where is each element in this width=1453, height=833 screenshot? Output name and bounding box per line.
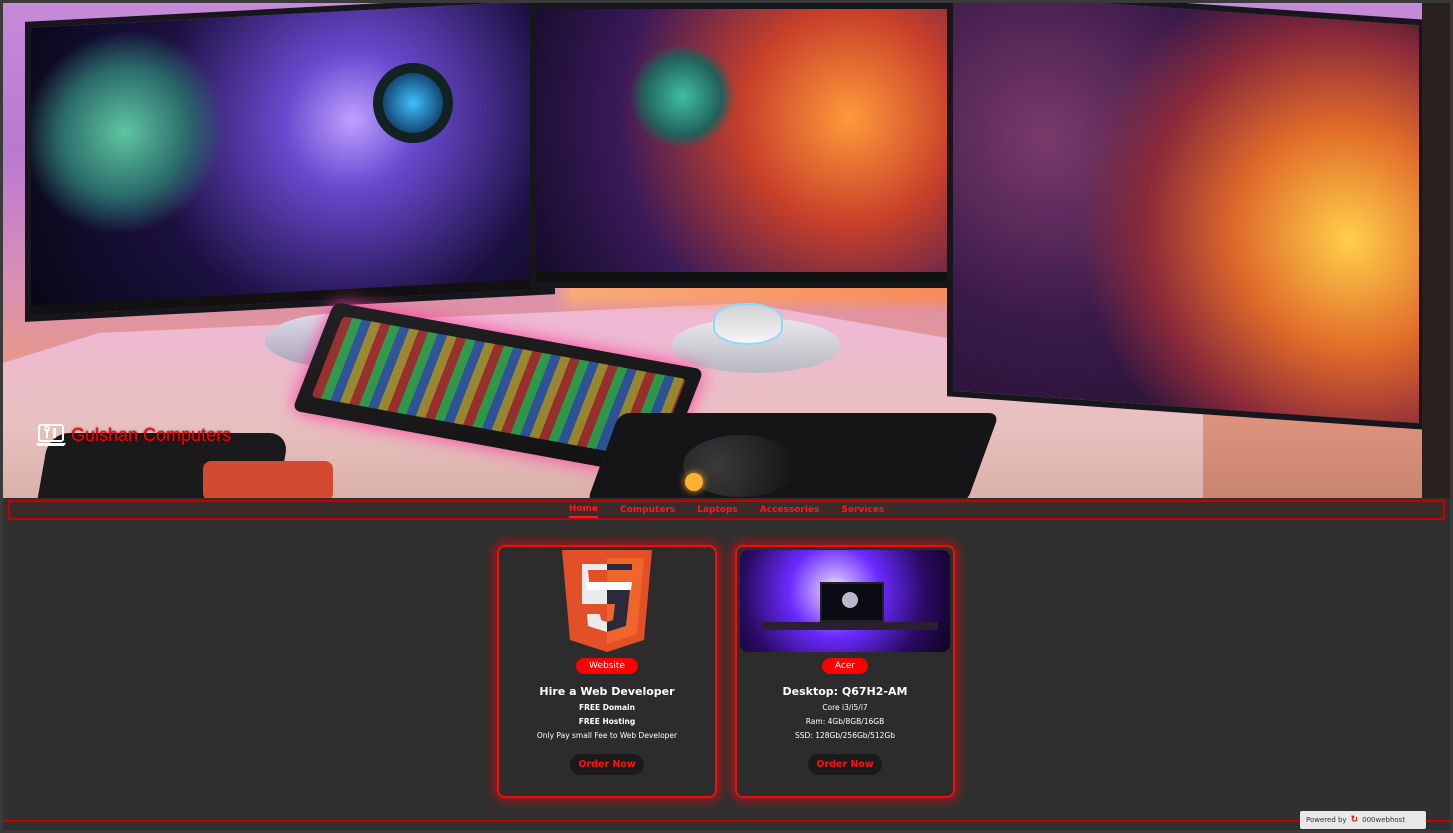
product-card: Acer Desktop: Q67H2-AM Core i3/i5/i7 Ram… <box>735 545 955 798</box>
card-line: Only Pay small Fee to Web Developer <box>536 731 678 740</box>
card-line: FREE Hosting <box>578 717 636 726</box>
brand-name: Gulshan Computers <box>71 424 232 445</box>
html5-logo-icon <box>562 550 652 652</box>
order-now-button[interactable]: Order Now <box>808 754 882 775</box>
card-line: Ram: 4Gb/8GB/16GB <box>805 717 885 726</box>
monitor-left <box>25 3 555 322</box>
card-title: Hire a Web Developer <box>539 685 675 698</box>
nav-item-services[interactable]: Services <box>841 503 884 517</box>
mouse-logo <box>685 473 703 491</box>
card-image <box>502 550 712 652</box>
host-name: 000webhost <box>1362 816 1406 824</box>
category-badge: Acer <box>821 658 869 674</box>
main-nav: Home Computers Laptops Accessories Servi… <box>8 500 1445 520</box>
side-strip <box>1422 3 1450 498</box>
headset <box>373 63 453 143</box>
monitor-center <box>530 3 960 288</box>
chair-accent <box>203 461 333 498</box>
card-line: SSD: 128Gb/256Gb/512Gb <box>795 731 895 740</box>
hero-banner: Gulshan Computers <box>3 3 1422 498</box>
nav-item-accessories[interactable]: Accessories <box>760 503 820 517</box>
powered-by-badge[interactable]: Powered by ↻ 000webhost <box>1300 811 1426 829</box>
photo-monitor <box>820 582 884 622</box>
card-line: FREE Domain <box>579 703 635 712</box>
host-logo-icon: ↻ <box>1350 815 1359 825</box>
powered-by-label: Powered by <box>1306 816 1347 824</box>
category-badge: Website <box>576 658 638 674</box>
card-image <box>740 550 950 652</box>
card-title: Desktop: Q67H2-AM <box>782 685 908 698</box>
photo-desk <box>762 622 938 630</box>
smart-speaker <box>713 303 783 345</box>
order-now-button[interactable]: Order Now <box>570 754 644 775</box>
card-line: Core i3/i5/i7 <box>822 703 868 712</box>
nav-item-home[interactable]: Home <box>568 502 599 518</box>
product-card: Website Hire a Web Developer FREE Domain… <box>497 545 717 798</box>
footer-divider <box>3 820 1450 822</box>
nav-item-laptops[interactable]: Laptops <box>697 503 738 517</box>
nav-item-computers[interactable]: Computers <box>620 503 675 517</box>
laptop-tools-icon <box>36 424 66 446</box>
brand[interactable]: Gulshan Computers <box>35 423 231 447</box>
monitor-right <box>947 3 1422 430</box>
